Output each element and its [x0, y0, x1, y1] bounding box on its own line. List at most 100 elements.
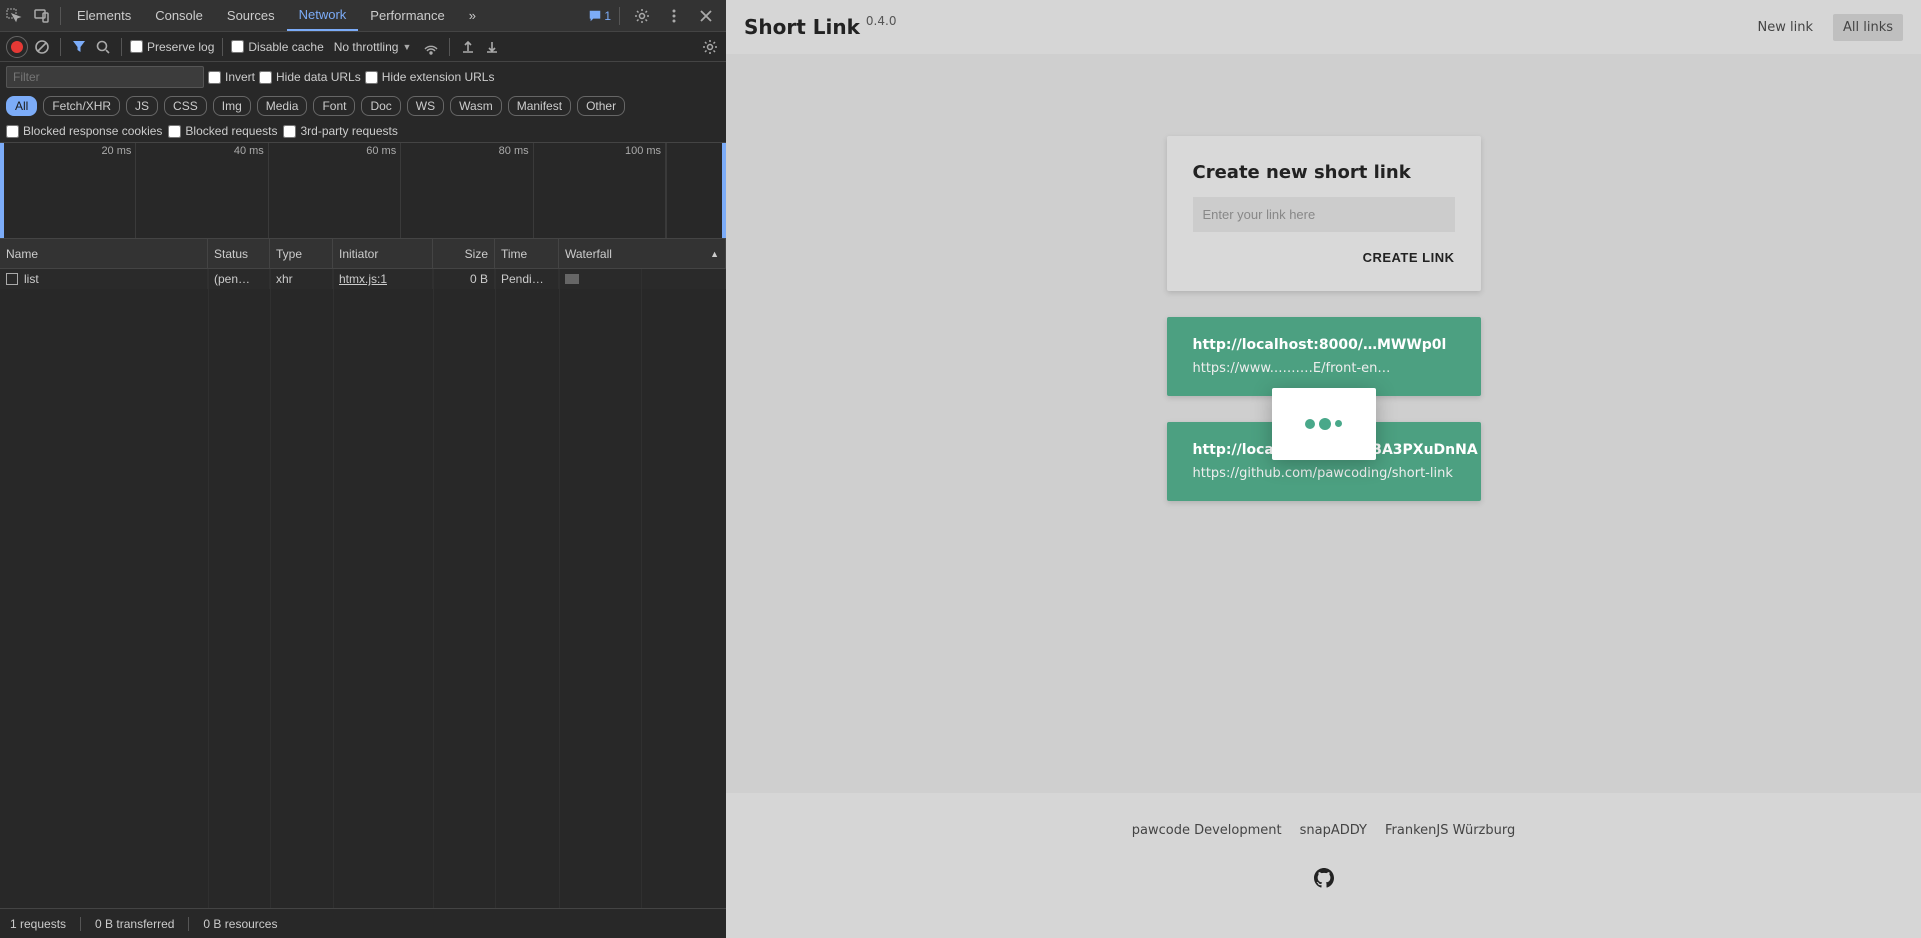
timeline-overview[interactable]: 20 ms 40 ms 60 ms 80 ms 100 ms	[0, 143, 726, 239]
col-waterfall[interactable]: Waterfall▲	[559, 239, 726, 268]
pill-manifest[interactable]: Manifest	[508, 96, 571, 116]
app-nav: New link All links	[1748, 14, 1904, 41]
app-title: Short Link	[744, 15, 860, 39]
cell-name: list	[24, 272, 39, 286]
close-icon[interactable]	[692, 2, 720, 30]
pill-img[interactable]: Img	[213, 96, 251, 116]
status-requests: 1 requests	[10, 917, 66, 931]
link-card[interactable]: http://localhost:8000/…MWWp0l https://ww…	[1167, 317, 1481, 396]
network-toolbar: Preserve log Disable cache No throttling…	[0, 32, 726, 62]
preserve-log-checkbox[interactable]: Preserve log	[130, 40, 214, 54]
clear-icon[interactable]	[32, 37, 52, 57]
app-main: Create new short link CREATE LINK http:/…	[726, 54, 1921, 793]
network-conditions-icon[interactable]	[421, 37, 441, 57]
table-row[interactable]: list (pen… xhr htmx.js:1 0 B Pendi…	[0, 269, 726, 289]
cell-type: xhr	[270, 269, 333, 289]
footer-link-snapaddy[interactable]: snapADDY	[1300, 823, 1367, 838]
disable-cache-checkbox[interactable]: Disable cache	[231, 40, 323, 54]
filter-icon[interactable]	[69, 37, 89, 57]
pill-font[interactable]: Font	[313, 96, 355, 116]
tab-sources[interactable]: Sources	[215, 0, 287, 31]
url-input[interactable]	[1193, 197, 1455, 232]
file-icon	[6, 273, 18, 285]
hide-ext-urls-checkbox[interactable]: Hide extension URLs	[365, 70, 495, 84]
settings-icon[interactable]	[628, 2, 656, 30]
devtools-top-bar: Elements Console Sources Network Perform…	[0, 0, 726, 32]
col-name[interactable]: Name	[0, 239, 208, 268]
github-icon[interactable]	[1314, 868, 1334, 888]
invert-checkbox[interactable]: Invert	[208, 70, 255, 84]
loading-dot-icon	[1335, 420, 1342, 427]
devtools-tabs: Elements Console Sources Network Perform…	[65, 0, 488, 31]
cell-status: (pen…	[208, 269, 270, 289]
app-header: Short Link 0.4.0 New link All links	[726, 0, 1921, 54]
issues-count: 1	[604, 9, 611, 23]
sort-indicator-icon: ▲	[710, 249, 719, 259]
kebab-icon[interactable]	[660, 2, 688, 30]
loading-indicator	[1272, 388, 1376, 460]
device-toggle-icon[interactable]	[28, 2, 56, 30]
pill-ws[interactable]: WS	[407, 96, 444, 116]
search-icon[interactable]	[93, 37, 113, 57]
status-transferred: 0 B transferred	[80, 917, 174, 931]
col-time[interactable]: Time	[495, 239, 559, 268]
upload-har-icon[interactable]	[458, 37, 478, 57]
type-filter-row: All Fetch/XHR JS CSS Img Media Font Doc …	[0, 92, 726, 120]
third-party-checkbox[interactable]: 3rd-party requests	[283, 124, 397, 138]
col-initiator[interactable]: Initiator	[333, 239, 433, 268]
cell-time: Pendi…	[495, 269, 559, 289]
status-bar: 1 requests 0 B transferred 0 B resources	[0, 908, 726, 938]
filter-input[interactable]	[6, 66, 204, 88]
pill-other[interactable]: Other	[577, 96, 625, 116]
app-footer: pawcode Development snapADDY FrankenJS W…	[726, 793, 1921, 938]
blocked-row: Blocked response cookies Blocked request…	[0, 120, 726, 143]
pill-media[interactable]: Media	[257, 96, 308, 116]
loading-dot-icon	[1305, 419, 1315, 429]
pill-css[interactable]: CSS	[164, 96, 207, 116]
pill-fetchxhr[interactable]: Fetch/XHR	[43, 96, 120, 116]
chevron-down-icon: ▼	[402, 42, 411, 52]
blocked-requests-checkbox[interactable]: Blocked requests	[168, 124, 277, 138]
long-link-text: https://github.com/pawcoding/short-link	[1193, 466, 1455, 481]
tab-console[interactable]: Console	[143, 0, 215, 31]
devtools-panel: Elements Console Sources Network Perform…	[0, 0, 726, 938]
loading-dot-icon	[1319, 418, 1331, 430]
short-link-text: http://localhost:8000/…MWWp0l	[1193, 337, 1455, 353]
webapp: Short Link 0.4.0 New link All links Crea…	[726, 0, 1921, 938]
col-size[interactable]: Size	[433, 239, 495, 268]
download-har-icon[interactable]	[482, 37, 502, 57]
create-link-button[interactable]: CREATE LINK	[1363, 250, 1455, 265]
requests-table-body: list (pen… xhr htmx.js:1 0 B Pendi…	[0, 269, 726, 908]
pill-doc[interactable]: Doc	[361, 96, 400, 116]
tab-performance[interactable]: Performance	[358, 0, 456, 31]
long-link-text: https://www.………E/front-en…	[1193, 361, 1455, 376]
cell-size: 0 B	[433, 269, 495, 289]
nav-new-link[interactable]: New link	[1748, 14, 1823, 41]
create-heading: Create new short link	[1193, 162, 1455, 183]
record-button[interactable]	[6, 36, 28, 58]
col-status[interactable]: Status	[208, 239, 270, 268]
status-resources: 0 B resources	[188, 917, 277, 931]
tab-network[interactable]: Network	[287, 0, 359, 31]
app-version: 0.4.0	[866, 14, 897, 28]
tab-elements[interactable]: Elements	[65, 0, 143, 31]
requests-table-header: Name Status Type Initiator Size Time Wat…	[0, 239, 726, 269]
filter-row: Invert Hide data URLs Hide extension URL…	[0, 62, 726, 92]
tab-more[interactable]: »	[457, 0, 488, 31]
network-settings-icon[interactable]	[700, 37, 720, 57]
throttling-select[interactable]: No throttling▼	[328, 38, 418, 56]
hide-data-urls-checkbox[interactable]: Hide data URLs	[259, 70, 361, 84]
pill-js[interactable]: JS	[126, 96, 158, 116]
footer-link-frankenjs[interactable]: FrankenJS Würzburg	[1385, 823, 1515, 838]
nav-all-links[interactable]: All links	[1833, 14, 1903, 41]
waterfall-bar	[565, 274, 579, 284]
col-type[interactable]: Type	[270, 239, 333, 268]
pill-wasm[interactable]: Wasm	[450, 96, 502, 116]
issues-icon[interactable]: 1	[588, 9, 611, 23]
pill-all[interactable]: All	[6, 96, 37, 116]
cell-initiator[interactable]: htmx.js:1	[339, 272, 387, 286]
inspect-icon[interactable]	[0, 2, 28, 30]
blocked-cookies-checkbox[interactable]: Blocked response cookies	[6, 124, 162, 138]
record-icon	[11, 41, 23, 53]
footer-link-pawcode[interactable]: pawcode Development	[1132, 823, 1282, 838]
